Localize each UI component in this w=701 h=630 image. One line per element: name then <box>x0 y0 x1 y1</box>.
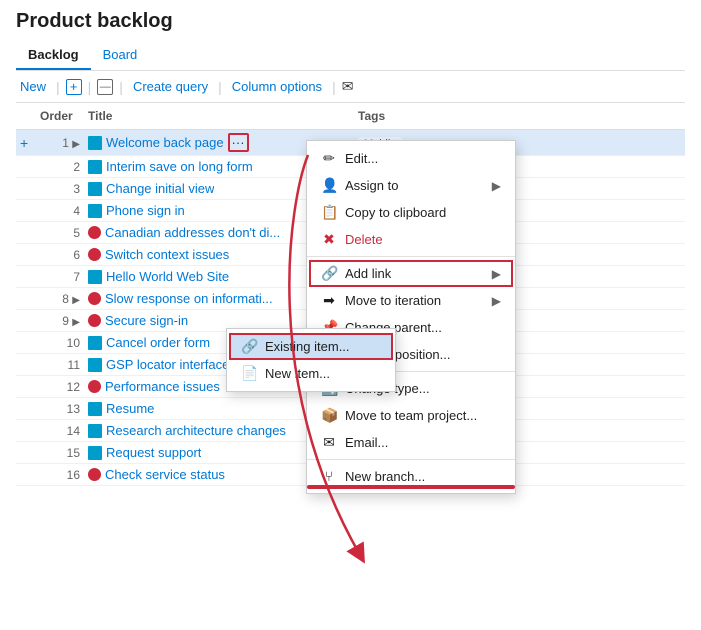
ctx-move-iteration[interactable]: ➡ Move to iteration ▶ <box>307 287 515 314</box>
row-plus[interactable]: + <box>16 133 36 153</box>
ctx-assign[interactable]: 👤 Assign to ▶ <box>307 172 515 199</box>
row-order: 1 ▶ <box>36 134 84 152</box>
assign-icon: 👤 <box>321 177 337 194</box>
ctx-delete[interactable]: ✖ Delete <box>307 226 515 253</box>
create-query-button[interactable]: Create query <box>129 77 212 96</box>
ctx-delete-label: Delete <box>345 232 383 247</box>
workitem-icon-red <box>88 248 101 261</box>
ctx-edit-label: Edit... <box>345 151 378 166</box>
workitem-icon-red <box>88 380 101 393</box>
ctx-add-link[interactable]: 🔗 Add link ▶ <box>309 260 513 287</box>
header-tags: Tags <box>354 107 685 125</box>
workitem-icon-blue <box>88 358 102 372</box>
sub-existing-label: Existing item... <box>265 339 350 354</box>
ctx-separator-3 <box>307 459 515 460</box>
workitem-icon-red <box>88 292 101 305</box>
workitem-icon-blue <box>88 182 102 196</box>
workitem-icon-red <box>88 468 101 481</box>
email-icon: ✉ <box>321 434 337 451</box>
edit-icon: ✏ <box>321 150 337 167</box>
workitem-icon-blue <box>88 204 102 218</box>
ctx-add-link-label: Add link <box>345 266 391 281</box>
copy-icon: 📋 <box>321 204 337 221</box>
sub-new-label: New item... <box>265 366 330 381</box>
context-menu: ✏ Edit... 👤 Assign to ▶ 📋 Copy to clipbo… <box>306 140 516 494</box>
sub-menu: 🔗 Existing item... 📄 New item... <box>226 328 396 392</box>
sep2: | <box>88 79 92 95</box>
project-icon: 📦 <box>321 407 337 424</box>
ctx-edit[interactable]: ✏ Edit... <box>307 145 515 172</box>
ellipsis-button[interactable]: ··· <box>228 133 249 152</box>
ctx-move-project[interactable]: 📦 Move to team project... <box>307 402 515 429</box>
workitem-icon-red <box>88 314 101 327</box>
new-button[interactable]: New <box>16 77 50 96</box>
sep1: | <box>56 79 60 95</box>
ctx-email[interactable]: ✉ Email... <box>307 429 515 456</box>
chevron-right-icon-2: ▶ <box>492 267 501 281</box>
new-branch-highlight <box>307 485 515 489</box>
workitem-icon-blue <box>88 336 102 350</box>
page-title: Product backlog <box>16 10 685 33</box>
work-item-link[interactable]: Welcome back page <box>106 135 224 150</box>
chevron-right-icon: ▶ <box>492 179 501 193</box>
column-options-button[interactable]: Column options <box>228 77 326 96</box>
ctx-new-branch[interactable]: ⑂ New branch... <box>307 463 515 489</box>
delete-icon: ✖ <box>321 231 337 248</box>
header-select <box>16 114 36 118</box>
toolbar: New | + | — | Create query | Column opti… <box>16 71 685 103</box>
workitem-icon-blue <box>88 270 102 284</box>
row-order: 2 <box>36 158 84 176</box>
workitem-icon-blue <box>88 424 102 438</box>
sub-existing-item[interactable]: 🔗 Existing item... <box>229 333 393 360</box>
grid-header: Order Title Tags <box>16 103 685 130</box>
sub-new-item[interactable]: 📄 New item... <box>227 360 395 387</box>
ctx-iteration-label: Move to iteration <box>345 293 441 308</box>
workitem-icon-blue <box>88 402 102 416</box>
link-icon-sub: 🔗 <box>241 338 257 355</box>
new-item-icon: 📄 <box>241 365 257 382</box>
workitem-icon-blue <box>88 160 102 174</box>
ctx-project-label: Move to team project... <box>345 408 477 423</box>
tabs: Backlog Board <box>16 41 685 71</box>
workitem-icon-blue <box>88 136 102 150</box>
chevron-right-icon-3: ▶ <box>492 294 501 308</box>
sep3: | <box>119 79 123 95</box>
ctx-copy-label: Copy to clipboard <box>345 205 446 220</box>
sep4: | <box>218 79 222 95</box>
branch-icon: ⑂ <box>321 468 337 484</box>
add-child-icon[interactable]: + <box>66 79 82 95</box>
workitem-icon-blue <box>88 446 102 460</box>
work-item-link[interactable]: Interim save on long form <box>106 159 253 174</box>
mail-icon[interactable]: ✉ <box>342 78 354 95</box>
ctx-separator <box>307 256 515 257</box>
ctx-copy[interactable]: 📋 Copy to clipboard <box>307 199 515 226</box>
grid-body: + 1 ▶ Welcome back page ··· Mobile 2 Int… <box>16 130 685 486</box>
ctx-email-label: Email... <box>345 435 388 450</box>
tab-backlog[interactable]: Backlog <box>16 41 91 70</box>
header-order: Order <box>36 107 84 125</box>
workitem-icon-red <box>88 226 101 239</box>
header-title: Title <box>84 107 354 125</box>
iteration-icon: ➡ <box>321 292 337 309</box>
sep5: | <box>332 79 336 95</box>
link-icon: 🔗 <box>321 265 337 282</box>
ctx-branch-label: New branch... <box>345 469 425 484</box>
ctx-assign-label: Assign to <box>345 178 398 193</box>
row-plus <box>16 165 36 169</box>
collapse-icon[interactable]: — <box>97 79 113 95</box>
tab-board[interactable]: Board <box>91 41 150 70</box>
